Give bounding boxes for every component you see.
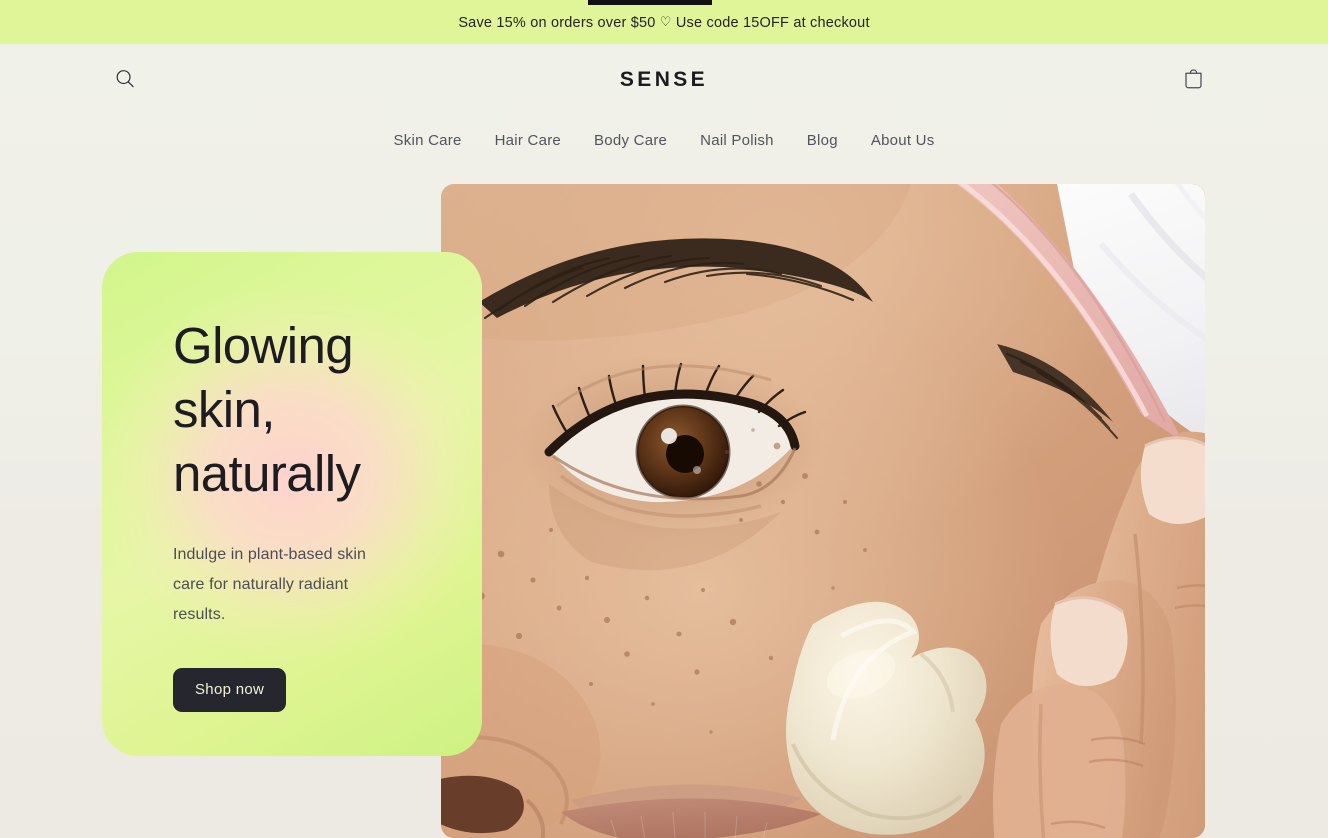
hero-section: Glowing skin, naturally Indulge in plant…	[0, 164, 1328, 838]
nav-item-hair-care[interactable]: Hair Care	[495, 132, 561, 149]
nav-item-about-us[interactable]: About Us	[871, 132, 935, 149]
hero-image	[441, 184, 1205, 838]
nav-item-nail-polish[interactable]: Nail Polish	[700, 132, 774, 149]
hero-title: Glowing skin, naturally	[173, 314, 438, 506]
hero-title-line-3: naturally	[173, 445, 361, 502]
hero-title-line-1: Glowing	[173, 317, 354, 374]
nav-item-body-care[interactable]: Body Care	[594, 132, 667, 149]
heart-icon: ♡	[659, 13, 672, 29]
nav-item-skin-care[interactable]: Skin Care	[393, 132, 461, 149]
site-header: SENSE	[0, 44, 1328, 116]
hero-subtitle: Indulge in plant-based skin care for nat…	[173, 546, 367, 623]
cart-button[interactable]	[1176, 63, 1210, 97]
main-navigation: Skin Care Hair Care Body Care Nail Polis…	[0, 116, 1328, 164]
announcement-text-before: Save 15% on orders over $50	[458, 14, 660, 31]
shopping-bag-icon	[1182, 67, 1205, 94]
shop-now-button[interactable]: Shop now	[173, 668, 287, 712]
announcement-bar: Save 15% on orders over $50 ♡ Use code 1…	[0, 0, 1328, 44]
announcement-text: Save 15% on orders over $50 ♡ Use code 1…	[458, 14, 869, 31]
site-logo[interactable]: SENSE	[0, 68, 1328, 92]
hero-text-card: Glowing skin, naturally Indulge in plant…	[102, 252, 482, 756]
nav-item-blog[interactable]: Blog	[807, 132, 838, 149]
top-edge-artifact	[588, 0, 712, 5]
announcement-text-after: Use code 15OFF at checkout	[671, 14, 870, 31]
hero-title-line-2: skin,	[173, 381, 275, 438]
